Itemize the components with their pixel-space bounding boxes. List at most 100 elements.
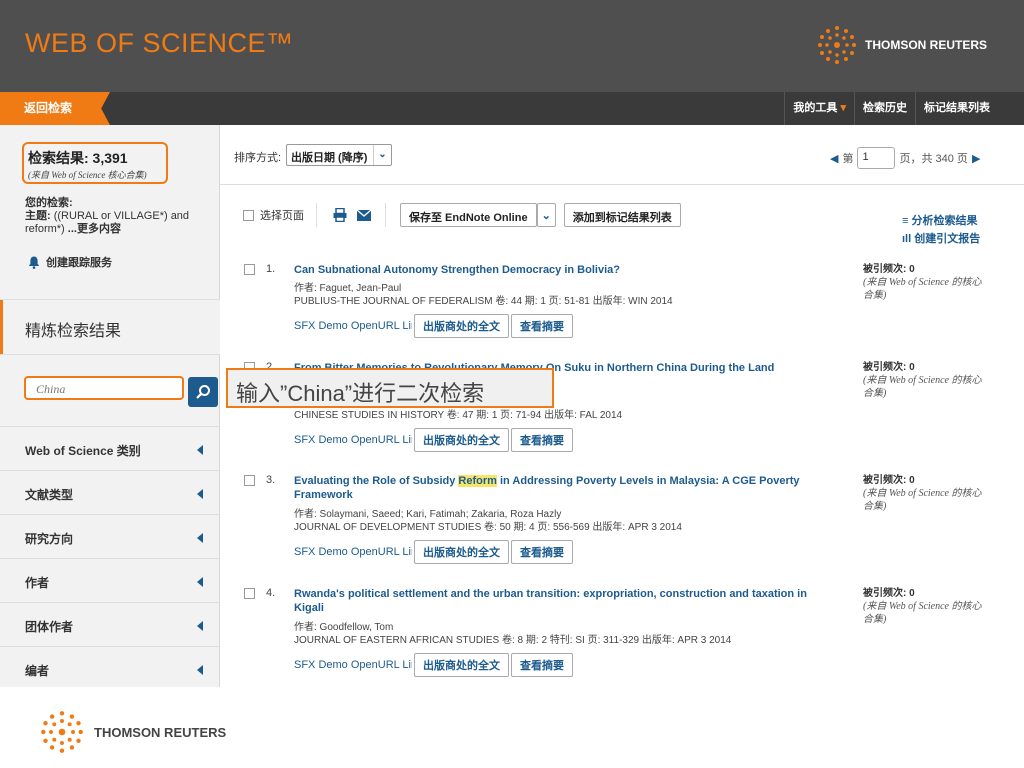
record-links: SFX Demo OpenURL Link 出版商处的全文 查看摘要 [294, 653, 573, 677]
times-cited-count: 被引频次: 0 [863, 588, 915, 599]
sort-select[interactable]: 出版日期 (降序) ⌄ [286, 144, 392, 166]
times-cited-source: (来自 Web of Science 的核心合集) [863, 277, 982, 301]
refine-search-button[interactable] [188, 377, 218, 407]
times-cited-count: 被引频次: 0 [863, 264, 915, 275]
facet-label: 文献类型 [25, 488, 74, 502]
back-to-search-button[interactable]: 返回检索 [0, 92, 110, 125]
times-cited-source: (来自 Web of Science 的核心合集) [863, 375, 982, 399]
search-history-link[interactable]: 检索历史 [854, 92, 915, 125]
footer-logo: THOMSON REUTERS [40, 710, 226, 754]
bell-icon [28, 256, 40, 269]
sort-value: 出版日期 (降序) [291, 152, 368, 164]
save-endnote-button[interactable]: 保存至 EndNote Online [400, 203, 537, 227]
sfx-link[interactable]: SFX Demo OpenURL Link [294, 546, 412, 558]
sort-label: 排序方式: [234, 152, 282, 164]
nav-links: 我的工具 ▾ 检索历史 标记结果列表 [784, 92, 998, 125]
results-source: (来自 Web of Science 核心合集) [28, 170, 147, 180]
facet-wos-category[interactable]: Web of Science 类别 [0, 426, 220, 470]
record-title[interactable]: Evaluating the Role of Subsidy Reform in… [294, 474, 839, 502]
thomson-reuters-logo: THOMSON REUTERS [817, 25, 987, 65]
next-page-icon[interactable]: ▶ [972, 152, 980, 165]
instruction-callout: 输入”China”进行二次检索 [226, 368, 554, 408]
record-checkbox[interactable] [244, 588, 255, 599]
facet-editor[interactable]: 编者 [0, 646, 220, 687]
record-authors: 作者: Solaymani, Saeed; Kari, Fatimah; Zak… [294, 509, 562, 520]
create-alert-link[interactable]: 创建跟踪服务 [28, 254, 112, 270]
title-text: Evaluating the Role of Subsidy [294, 475, 459, 487]
prev-page-icon[interactable]: ◀ [830, 152, 838, 165]
save-options-dropdown[interactable]: ⌄ [536, 203, 556, 227]
record-checkbox[interactable] [244, 475, 255, 486]
your-search: 您的检索: 主题: ((RURAL or VILLAGE*) and refor… [25, 197, 205, 236]
thomson-reuters-dots-icon [818, 26, 856, 64]
record-title[interactable]: Can Subnational Autonomy Strengthen Demo… [294, 263, 839, 277]
record-links: SFX Demo OpenURL Link 出版商处的全文 查看摘要 [294, 314, 573, 338]
bar-chart-icon: ıll [902, 233, 912, 245]
full-text-button[interactable]: 出版商处的全文 [414, 653, 509, 677]
thomson-reuters-dots-icon [41, 711, 83, 753]
create-alert-label: 创建跟踪服务 [46, 257, 112, 269]
record-authors: 作者: Faguet, Jean-Paul [294, 283, 402, 294]
record-journal: PUBLIUS-THE JOURNAL OF FEDERALISM 卷: 44 … [294, 296, 673, 307]
sfx-link[interactable]: SFX Demo OpenURL Link [294, 320, 412, 332]
expand-arrow-icon [197, 621, 203, 631]
record-title[interactable]: Rwanda's political settlement and the ur… [294, 587, 839, 615]
divider [0, 354, 220, 355]
select-page-checkbox[interactable] [243, 209, 254, 221]
view-abstract-button[interactable]: 查看摘要 [511, 428, 573, 452]
facet-label: 作者 [25, 576, 50, 590]
facet-label: 编者 [25, 664, 50, 678]
facet-group-author[interactable]: 团体作者 [0, 602, 220, 646]
result-record: 3. Evaluating the Role of Subsidy Reform… [240, 474, 840, 564]
results-toolbar: 选择页面 保存至 EndNote Online ⌄ 添加到标记结果列表 [243, 203, 681, 227]
expand-arrow-icon [197, 489, 203, 499]
email-icon[interactable] [357, 209, 371, 221]
page-suffix: 页，共 340 页 [899, 153, 968, 165]
refine-search-input[interactable]: China [24, 376, 184, 400]
page-number-input[interactable]: 1 [857, 147, 896, 169]
marked-list-link[interactable]: 标记结果列表 [915, 92, 998, 125]
full-text-button[interactable]: 出版商处的全文 [414, 314, 509, 338]
print-icon[interactable] [333, 208, 347, 222]
pager: ◀ 第 1 页，共 340 页 ▶ [830, 147, 980, 169]
view-abstract-button[interactable]: 查看摘要 [511, 540, 573, 564]
times-cited: 被引频次: 0 (来自 Web of Science 的核心合集) [863, 587, 983, 626]
view-abstract-button[interactable]: 查看摘要 [511, 653, 573, 677]
citation-report-link[interactable]: ıll 创建引文报告 [902, 230, 980, 248]
brand-label: THOMSON REUTERS [865, 38, 988, 52]
add-to-marked-list-button[interactable]: 添加到标记结果列表 [563, 203, 681, 227]
analyze-results-link[interactable]: ≡ 分析检索结果 [902, 212, 980, 230]
facet-label: 研究方向 [25, 532, 74, 546]
topic-label: 主题: [25, 210, 51, 222]
expand-arrow-icon [197, 533, 203, 543]
page-prefix: 第 [842, 153, 854, 165]
times-cited-count: 被引频次: 0 [863, 475, 915, 486]
footer-brand: THOMSON REUTERS [94, 724, 227, 740]
result-record: 1. Can Subnational Autonomy Strengthen D… [240, 263, 840, 343]
times-cited: 被引频次: 0 (来自 Web of Science 的核心合集) [863, 474, 983, 513]
citation-report-label: 创建引文报告 [914, 233, 981, 245]
expand-arrow-icon [197, 577, 203, 587]
facet-label: 团体作者 [25, 620, 74, 634]
my-tools-menu[interactable]: 我的工具 ▾ [784, 92, 854, 125]
full-text-button[interactable]: 出版商处的全文 [414, 428, 509, 452]
expand-arrow-icon [197, 445, 203, 455]
facet-research-area[interactable]: 研究方向 [0, 514, 220, 558]
facet-document-type[interactable]: 文献类型 [0, 470, 220, 514]
web-of-science-logo[interactable]: WEB OF SCIENCE™ [25, 28, 294, 59]
times-cited: 被引频次: 0 (来自 Web of Science 的核心合集) [863, 361, 983, 400]
select-page-label: 选择页面 [260, 210, 304, 222]
more-link[interactable]: ...更多内容 [68, 223, 121, 235]
full-text-button[interactable]: 出版商处的全文 [414, 540, 509, 564]
sfx-link[interactable]: SFX Demo OpenURL Link [294, 659, 412, 671]
facet-label: Web of Science 类别 [25, 444, 141, 458]
view-abstract-button[interactable]: 查看摘要 [511, 314, 573, 338]
result-record: 4. Rwanda's political settlement and the… [240, 587, 840, 677]
analysis-links: ≡ 分析检索结果 ıll 创建引文报告 [902, 212, 980, 248]
record-links: SFX Demo OpenURL Link 出版商处的全文 查看摘要 [294, 428, 573, 452]
record-number: 1. [266, 263, 276, 275]
sfx-link[interactable]: SFX Demo OpenURL Link [294, 434, 412, 446]
record-checkbox[interactable] [244, 264, 255, 275]
analyze-label: 分析检索结果 [911, 215, 978, 227]
facet-author[interactable]: 作者 [0, 558, 220, 602]
